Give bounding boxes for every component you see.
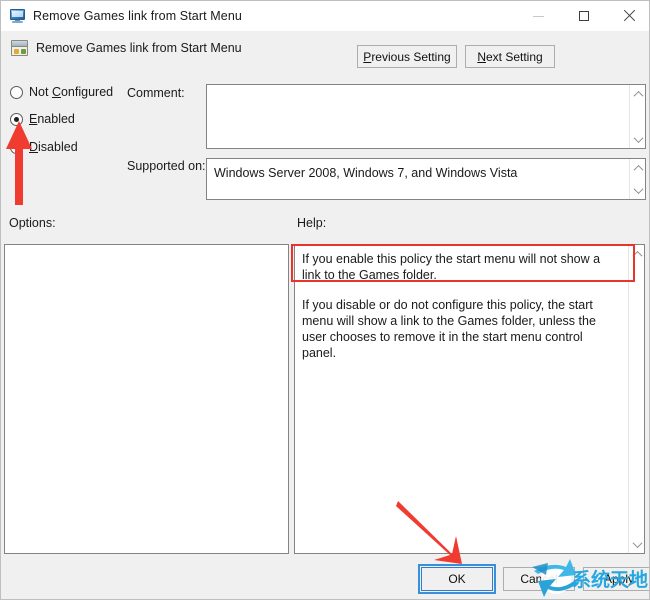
scroll-up-icon[interactable]	[630, 86, 646, 102]
supported-on-field: Windows Server 2008, Windows 7, and Wind…	[206, 158, 646, 200]
radio-not-configured[interactable]: Not Configured	[10, 85, 113, 99]
window-controls	[516, 1, 649, 31]
policy-setting-dialog: Remove Games link from Start Menu Remove…	[0, 0, 650, 600]
help-paragraph-2: If you disable or do not configure this …	[302, 298, 596, 360]
minimize-icon	[533, 15, 544, 17]
options-panel[interactable]	[4, 244, 289, 554]
radio-disabled-label: Disabled	[29, 140, 78, 154]
scroll-up-icon[interactable]	[630, 160, 646, 176]
comment-input[interactable]	[206, 84, 646, 149]
scroll-down-icon[interactable]	[630, 131, 646, 147]
setting-title: Remove Games link from Start Menu	[36, 41, 242, 55]
radio-enabled-mark	[10, 112, 23, 126]
supported-scrollbar[interactable]	[629, 159, 645, 199]
previous-setting-button[interactable]: Previous Setting	[357, 45, 457, 68]
ok-button[interactable]: OK	[421, 567, 493, 591]
radio-enabled[interactable]: Enabled	[10, 112, 75, 126]
supported-on-value: Windows Server 2008, Windows 7, and Wind…	[214, 166, 518, 180]
window-title: Remove Games link from Start Menu	[33, 9, 242, 23]
scroll-up-icon[interactable]	[629, 246, 645, 262]
title-bar: Remove Games link from Start Menu	[1, 1, 649, 31]
options-label: Options:	[9, 216, 56, 230]
radio-disabled[interactable]: Disabled	[10, 140, 78, 154]
help-scrollbar[interactable]	[628, 245, 644, 553]
annotation-arrow-enabled	[6, 121, 32, 205]
computer-monitor-icon	[10, 8, 26, 24]
comment-label: Comment:	[127, 86, 185, 100]
cancel-button[interactable]: Cancel	[503, 567, 575, 591]
supported-on-label: Supported on:	[127, 159, 206, 173]
scroll-down-icon[interactable]	[630, 182, 646, 198]
next-setting-button[interactable]: Next Setting	[465, 45, 555, 68]
help-panel: If you enable this policy the start menu…	[294, 244, 645, 554]
maximize-icon	[578, 11, 589, 21]
help-label: Help:	[297, 216, 327, 230]
radio-enabled-label: Enabled	[29, 112, 75, 126]
next-setting-accel: N	[477, 49, 486, 64]
help-text: If you enable this policy the start menu…	[302, 251, 617, 361]
radio-not-configured-label: Not Configured	[29, 85, 114, 99]
maximize-button[interactable]	[561, 1, 606, 31]
close-icon	[623, 10, 635, 22]
close-button[interactable]	[606, 1, 649, 31]
previous-setting-label: revious Setting	[371, 49, 451, 64]
radio-disabled-mark	[10, 140, 23, 154]
minimize-button[interactable]	[516, 1, 561, 31]
apply-button[interactable]: Apply	[583, 567, 649, 591]
previous-setting-accel: P	[363, 49, 372, 64]
next-setting-label: ext Setting	[485, 49, 543, 64]
comment-scrollbar[interactable]	[629, 85, 645, 148]
help-paragraph-1: If you enable this policy the start menu…	[302, 252, 601, 282]
radio-not-configured-mark	[10, 85, 23, 99]
policy-setting-icon	[11, 40, 28, 56]
scroll-down-icon[interactable]	[629, 536, 645, 552]
